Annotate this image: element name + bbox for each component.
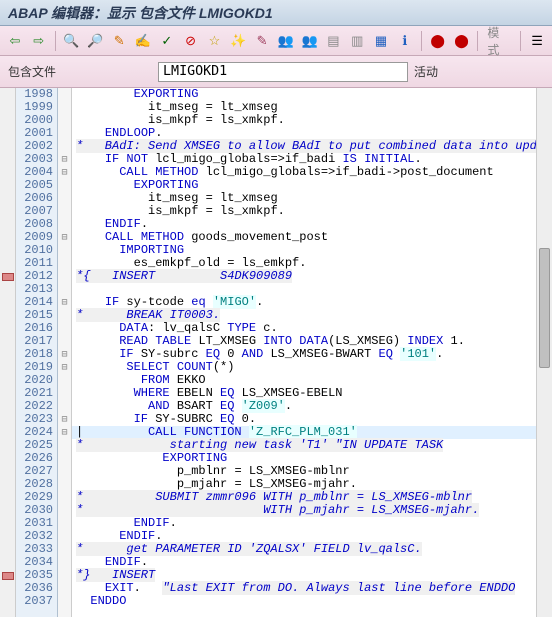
change-icon[interactable]: ✍ — [132, 30, 154, 52]
fullscreen-icon[interactable]: ▤ — [323, 30, 345, 52]
fold-column[interactable]: ⊟⊟⊟⊟⊟⊟⊟⊟ — [58, 88, 72, 617]
marker-column — [0, 88, 16, 617]
mode-label[interactable]: 模式 — [483, 24, 515, 58]
main-toolbar: ⇦ ⇨ 🔍 🔎 ✎ ✍ ✓ ⊘ ☆ ✨ ✎ 👥 👥 ▤ ▥ ▦ ℹ ⬤ ⬤ 模式… — [0, 26, 552, 56]
forward-icon[interactable]: ⇨ — [28, 30, 50, 52]
include-bar: 包含文件 活动 — [0, 56, 552, 88]
split-icon[interactable]: ▥ — [346, 30, 368, 52]
user-icon[interactable]: 👥 — [275, 30, 297, 52]
code-editor[interactable]: 1998199920002001200220032004200520062007… — [0, 88, 552, 617]
breakpoint-icon[interactable]: ⬤ — [427, 30, 449, 52]
user2-icon[interactable]: 👥 — [299, 30, 321, 52]
include-name-input[interactable] — [158, 62, 408, 82]
enhance-icon[interactable]: ✨ — [227, 30, 249, 52]
scrollbar-thumb[interactable] — [539, 248, 550, 368]
separator — [477, 31, 478, 51]
window-icon[interactable]: ▦ — [370, 30, 392, 52]
line-number-gutter[interactable]: 1998199920002001200220032004200520062007… — [16, 88, 58, 617]
include-label: 包含文件 — [8, 63, 56, 80]
other-icon[interactable]: ☆ — [203, 30, 225, 52]
display-icon[interactable]: 🔍 — [61, 30, 83, 52]
enhance2-icon[interactable]: ✎ — [251, 30, 273, 52]
breakpoint2-icon[interactable]: ⬤ — [451, 30, 473, 52]
where-used-icon[interactable]: 🔎 — [84, 30, 106, 52]
vertical-scrollbar[interactable] — [536, 88, 552, 617]
inactive-icon[interactable]: ⊘ — [180, 30, 202, 52]
separator — [421, 31, 422, 51]
menu-icon[interactable]: ☰ — [526, 30, 548, 52]
back-icon[interactable]: ⇦ — [4, 30, 26, 52]
code-text-area[interactable]: EXPORTING it_mseg = lt_xmseg is_mkpf = l… — [72, 88, 552, 617]
info-icon[interactable]: ℹ — [394, 30, 416, 52]
activate-icon[interactable]: ✓ — [156, 30, 178, 52]
window-title: ABAP 编辑器：显示 包含文件 LMIGOKD1 — [0, 0, 552, 26]
separator — [520, 31, 521, 51]
edit-icon[interactable]: ✎ — [108, 30, 130, 52]
status-label: 活动 — [414, 63, 438, 80]
separator — [55, 31, 56, 51]
